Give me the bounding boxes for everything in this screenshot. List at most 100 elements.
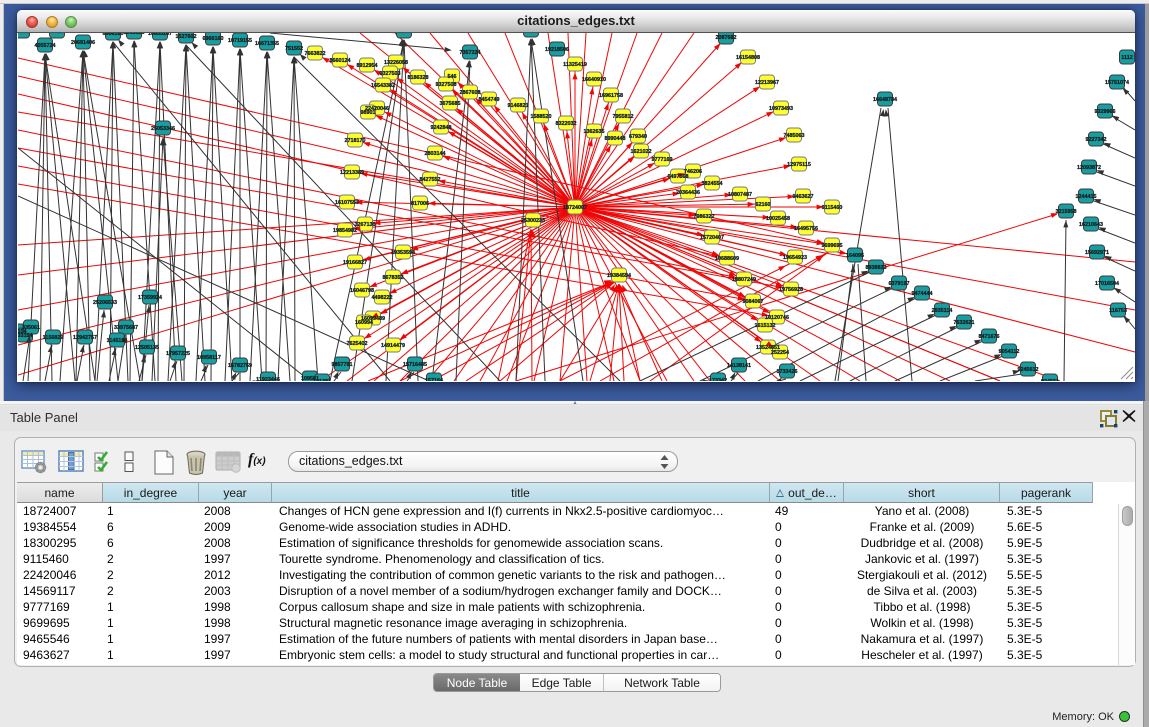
svg-text:9146821: 9146821 (508, 103, 529, 109)
svg-text:19353594: 19353594 (391, 250, 415, 256)
svg-text:9857791: 9857791 (332, 362, 353, 368)
svg-text:12213389: 12213389 (340, 170, 364, 176)
svg-text:10653267: 10653267 (148, 33, 172, 37)
svg-text:9329966: 9329966 (1095, 109, 1116, 115)
svg-text:751552: 751552 (285, 46, 303, 52)
svg-text:33154: 33154 (18, 333, 33, 339)
svg-text:10807487: 10807487 (728, 192, 752, 198)
svg-text:2803144: 2803144 (425, 151, 446, 157)
svg-text:7357224: 7357224 (460, 50, 481, 56)
svg-text:8990448: 8990448 (605, 136, 626, 142)
svg-text:15692971: 15692971 (1085, 250, 1109, 256)
svg-text:1615132: 1615132 (755, 323, 776, 329)
svg-text:8186328: 8186328 (408, 75, 429, 81)
svg-text:16671355: 16671355 (255, 41, 279, 47)
svg-text:7632621: 7632621 (954, 320, 975, 326)
svg-text:9327508: 9327508 (436, 82, 457, 88)
svg-text:8678352: 8678352 (383, 275, 404, 281)
svg-text:33975687: 33975687 (114, 325, 138, 331)
svg-text:11923446: 11923446 (256, 377, 280, 381)
svg-text:9242848: 9242848 (431, 125, 452, 131)
svg-text:25206533: 25206533 (93, 300, 117, 306)
svg-text:6497568: 6497568 (668, 174, 689, 180)
svg-text:16033809: 16033809 (392, 33, 416, 35)
svg-text:25300233: 25300233 (521, 218, 545, 224)
svg-text:19166827: 19166827 (343, 260, 367, 266)
svg-text:1362635: 1362635 (584, 129, 605, 135)
svg-text:19654923: 19654923 (783, 255, 807, 261)
svg-text:1244415: 1244415 (1076, 194, 1097, 200)
svg-text:12093872: 12093872 (1077, 165, 1101, 171)
svg-text:16210643: 16210643 (1079, 222, 1103, 228)
svg-text:12213967: 12213967 (755, 80, 779, 86)
svg-text:4055724: 4055724 (35, 43, 56, 49)
svg-text:817006: 817006 (411, 201, 429, 207)
svg-text:10025458: 10025458 (766, 216, 790, 222)
svg-text:19384554: 19384554 (607, 273, 631, 279)
svg-text:10688609: 10688609 (715, 256, 739, 262)
svg-text:14914479: 14914479 (381, 343, 405, 349)
svg-text:1156829: 1156829 (43, 335, 64, 341)
svg-text:1733426: 1733426 (777, 369, 798, 375)
svg-text:16046798: 16046798 (350, 288, 374, 294)
svg-text:20364436: 20364436 (676, 190, 700, 196)
svg-text:6379197: 6379197 (889, 281, 910, 287)
svg-text:8660124: 8660124 (330, 58, 351, 64)
svg-text:9463627: 9463627 (793, 194, 814, 200)
svg-text:9777169: 9777169 (652, 157, 673, 163)
svg-text:896117: 896117 (48, 33, 66, 35)
svg-text:19756928: 19756928 (779, 287, 803, 293)
svg-text:25053346: 25053346 (151, 126, 175, 132)
svg-text:15716485: 15716485 (403, 362, 427, 368)
svg-text:1621022: 1621022 (631, 149, 652, 155)
svg-text:10120746: 10120746 (765, 315, 789, 321)
svg-text:9084067: 9084067 (743, 299, 764, 305)
svg-text:18807249: 18807249 (732, 277, 756, 283)
svg-text:16640910: 16640910 (582, 77, 606, 83)
svg-text:15720407: 15720407 (700, 235, 724, 241)
svg-text:17957225: 17957225 (166, 351, 190, 357)
svg-text:4498222: 4498222 (372, 295, 393, 301)
svg-text:157164: 157164 (425, 378, 443, 381)
svg-text:15751074: 15751074 (1105, 80, 1129, 86)
svg-text:16107553: 16107553 (335, 200, 359, 206)
svg-text:173342: 173342 (709, 378, 727, 381)
svg-text:2935114: 2935114 (932, 308, 953, 314)
svg-text:116753: 116753 (1109, 308, 1127, 314)
svg-text:17359924: 17359924 (138, 295, 162, 301)
svg-text:12942757: 12942757 (73, 335, 97, 341)
svg-text:10958117: 10958117 (197, 355, 221, 361)
svg-text:7485063: 7485063 (784, 133, 805, 139)
svg-text:9474444: 9474444 (912, 291, 933, 297)
svg-text:18724007: 18724007 (563, 205, 587, 211)
svg-text:1527602: 1527602 (176, 34, 197, 40)
svg-text:13226058: 13226058 (384, 60, 408, 66)
svg-text:11325419: 11325419 (563, 62, 587, 68)
svg-text:16782759: 16782759 (228, 363, 252, 369)
svg-text:16961758: 16961758 (599, 93, 623, 99)
svg-text:14138141: 14138141 (727, 363, 751, 369)
svg-text:8966160: 8966160 (103, 33, 124, 37)
svg-text:164095: 164095 (846, 253, 864, 259)
svg-text:19218506: 19218506 (545, 47, 569, 53)
svg-text:7663822: 7663822 (305, 51, 326, 57)
svg-text:20691406: 20691406 (71, 40, 95, 46)
svg-text:19854982: 19854982 (333, 228, 357, 234)
svg-text:16495756: 16495756 (794, 226, 818, 232)
svg-text:3824554: 3824554 (702, 181, 723, 187)
svg-text:1112: 1112 (1121, 55, 1132, 61)
svg-text:62160: 62160 (756, 202, 771, 208)
svg-text:16154808: 16154808 (736, 55, 760, 61)
svg-text:2867608: 2867608 (460, 90, 481, 96)
svg-text:7986322: 7986322 (694, 214, 715, 220)
svg-text:6966160: 6966160 (203, 36, 224, 42)
svg-text:16543382: 16543382 (371, 83, 395, 89)
svg-text:16648784: 16648784 (873, 97, 897, 103)
svg-text:9054112: 9054112 (999, 349, 1020, 355)
svg-text:2718170: 2718170 (345, 138, 366, 144)
svg-text:3215958: 3215958 (1056, 209, 1077, 215)
svg-text:10973493: 10973493 (769, 106, 793, 112)
svg-text:1145194: 1145194 (107, 338, 128, 344)
svg-text:1065326: 1065326 (124, 33, 145, 36)
svg-text:546: 546 (448, 74, 457, 80)
